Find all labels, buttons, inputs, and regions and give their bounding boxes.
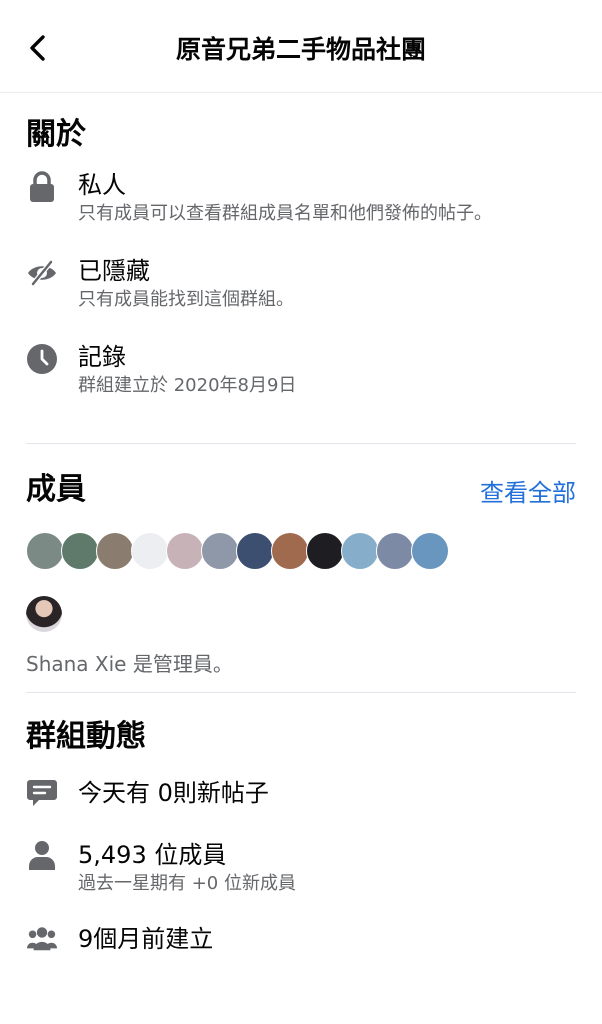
chevron-left-icon <box>30 35 45 61</box>
member-count-description: 過去一星期有 +0 位新成員 <box>78 873 296 894</box>
see-all-link[interactable]: 查看全部 <box>480 473 576 508</box>
member-avatar[interactable] <box>166 532 204 570</box>
member-avatar[interactable] <box>271 532 309 570</box>
member-avatar[interactable] <box>306 532 344 570</box>
back-button[interactable] <box>20 30 56 66</box>
visibility-label: 已隱藏 <box>78 257 150 285</box>
person-icon <box>26 839 58 871</box>
activity-section: 群組動態 今天有 0則新帖子 5,493 位成員 過去一星期有 +0 位新成員 <box>0 693 602 955</box>
members-heading: 成員 <box>26 472 86 507</box>
new-posts-label: 今天有 0則新帖子 <box>78 779 269 807</box>
history-row: 記錄 群組建立於 2020年8月9日 <box>26 341 576 399</box>
visibility-description: 只有成員能找到這個群組。 <box>78 289 294 310</box>
members-section: 成員 查看全部 Shana Xie 是管理員。 <box>0 444 602 678</box>
admin-avatar[interactable] <box>26 596 62 632</box>
clock-icon <box>26 343 58 375</box>
member-avatar[interactable] <box>236 532 274 570</box>
top-bar: 原音兄弟二手物品社團 <box>0 0 602 93</box>
member-count-row: 5,493 位成員 過去一星期有 +0 位新成員 <box>26 839 576 897</box>
member-avatar[interactable] <box>61 532 99 570</box>
member-avatar[interactable] <box>341 532 379 570</box>
page-title: 原音兄弟二手物品社團 <box>175 35 426 64</box>
visibility-row: 已隱藏 只有成員能找到這個群組。 <box>26 255 576 313</box>
privacy-description: 只有成員可以查看群組成員名單和他們發佈的帖子。 <box>78 203 492 224</box>
member-count-label: 5,493 位成員 <box>78 841 227 869</box>
about-section: 關於 私人 只有成員可以查看群組成員名單和他們發佈的帖子。 已隱藏 只有成員能找… <box>0 93 602 399</box>
member-avatar[interactable] <box>201 532 239 570</box>
created-label: 9個月前建立 <box>78 925 214 953</box>
eye-slash-icon <box>26 257 58 289</box>
member-avatar[interactable] <box>131 532 169 570</box>
group-icon <box>26 923 58 955</box>
members-header: 成員 查看全部 <box>26 444 576 510</box>
admin-text: Shana Xie 是管理員。 <box>26 652 233 676</box>
member-avatar[interactable] <box>411 532 449 570</box>
history-label: 記錄 <box>78 343 126 371</box>
activity-heading: 群組動態 <box>26 719 146 754</box>
member-avatar[interactable] <box>376 532 414 570</box>
new-posts-row: 今天有 0則新帖子 <box>26 777 576 809</box>
member-avatar-strip <box>26 532 576 570</box>
message-icon <box>26 777 58 809</box>
created-row: 9個月前建立 <box>26 923 576 955</box>
privacy-row: 私人 只有成員可以查看群組成員名單和他們發佈的帖子。 <box>26 169 576 227</box>
lock-icon <box>26 171 58 203</box>
privacy-label: 私人 <box>78 171 126 199</box>
member-avatar[interactable] <box>96 532 134 570</box>
about-heading: 關於 <box>26 117 86 152</box>
history-description: 群組建立於 2020年8月9日 <box>78 375 297 396</box>
member-avatar[interactable] <box>26 532 64 570</box>
